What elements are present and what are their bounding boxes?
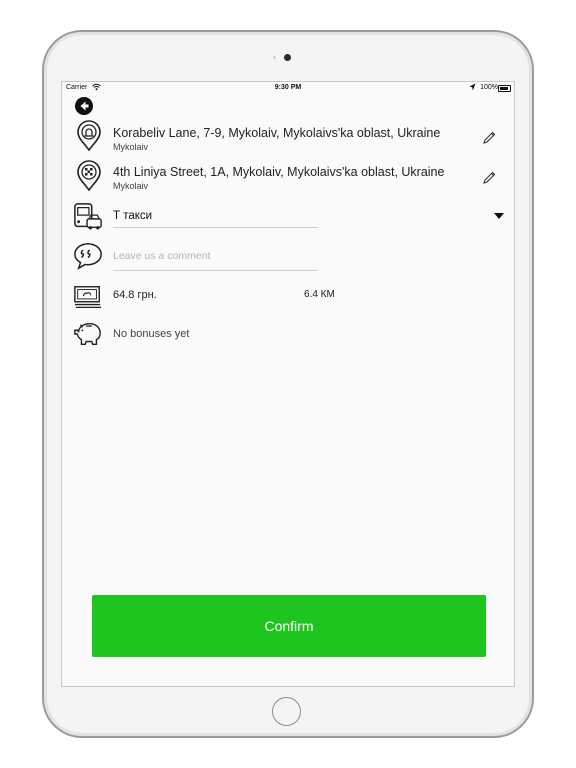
bus-car-icon <box>74 203 102 230</box>
start-pin-icon <box>77 120 101 152</box>
home-button[interactable] <box>272 697 301 726</box>
finish-flag-pin-icon <box>77 160 101 192</box>
status-time: 9:30 PM <box>274 84 302 91</box>
tariff-select[interactable]: Т такси <box>113 210 152 222</box>
battery-percent: 100% <box>480 84 498 91</box>
edit-to-pencil-icon[interactable] <box>482 171 496 185</box>
back-arrow-icon <box>80 101 89 111</box>
dropdown-arrow-icon[interactable] <box>494 213 504 219</box>
from-city: Mykolaiv <box>113 142 149 152</box>
piggy-bank-icon <box>74 322 101 346</box>
edit-from-pencil-icon[interactable] <box>482 131 496 145</box>
comment-underline <box>113 270 318 271</box>
price-value: 64.8 грн. <box>113 289 157 301</box>
money-icon <box>74 286 102 309</box>
to-city: Mykolaiv <box>113 181 149 191</box>
front-sensor <box>273 56 276 59</box>
app-screen: Carrier 9:30 PM 100% Korabeliv Lane, 7-9… <box>61 81 515 687</box>
battery-icon <box>498 85 511 92</box>
location-arrow-icon <box>469 83 476 91</box>
back-button[interactable] <box>75 97 93 115</box>
bonus-text: No bonuses yet <box>113 328 190 340</box>
distance-value: 6.4 КМ <box>304 289 335 300</box>
confirm-button[interactable]: Confirm <box>92 595 486 657</box>
to-address[interactable]: 4th Liniya Street, 1A, Mykolaiv, Mykolai… <box>113 165 444 179</box>
status-bar: Carrier 9:30 PM 100% <box>62 82 514 96</box>
quote-bubble-icon <box>74 243 102 270</box>
from-address[interactable]: Korabeliv Lane, 7-9, Mykolaiv, Mykolaivs… <box>113 126 440 140</box>
comment-input[interactable] <box>113 247 318 265</box>
front-camera <box>284 54 291 61</box>
tariff-underline <box>113 227 318 228</box>
